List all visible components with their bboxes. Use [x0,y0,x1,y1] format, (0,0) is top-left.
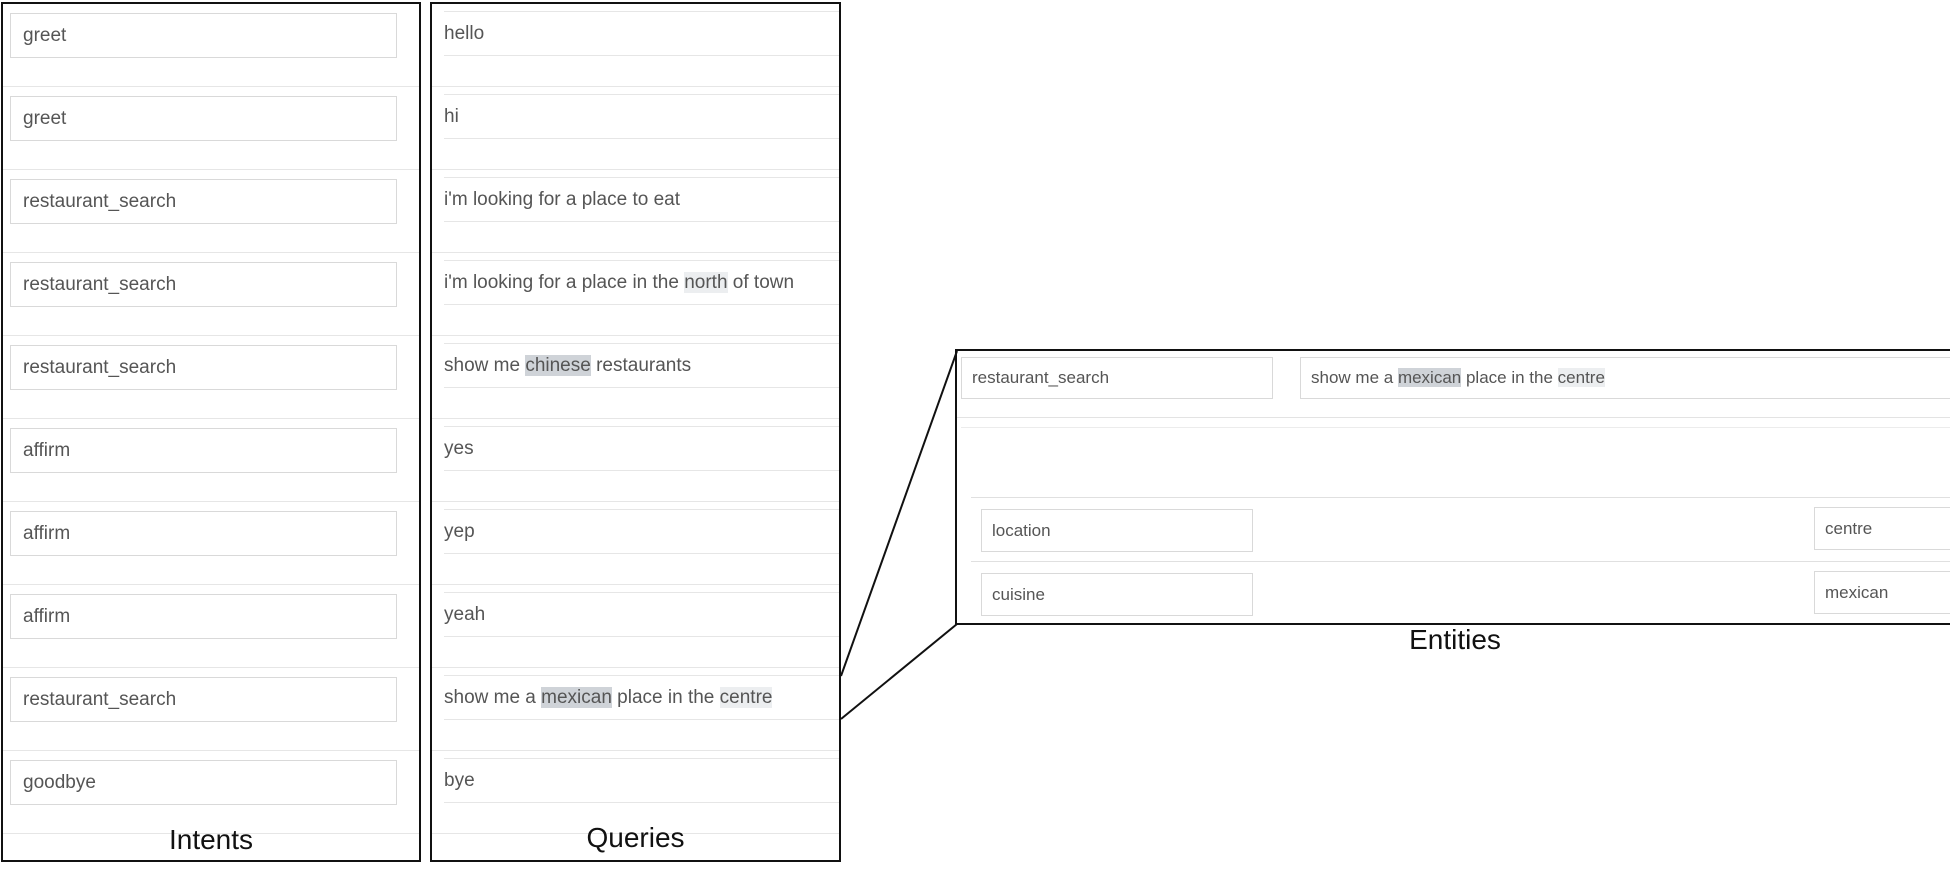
entity-row: cuisine mexican [971,561,1950,626]
entity-highlight: centre [719,687,773,708]
query-field[interactable]: yeah [444,592,839,637]
entity-highlight: north [684,272,728,293]
entity-highlight: chinese [525,355,591,376]
intent-row: affirm [3,502,419,585]
entity-name-field[interactable]: location [981,509,1253,552]
intents-panel: greet greet restaurant_search restaurant_se… [1,2,421,862]
query-text-segment: yeah [444,604,486,625]
intent-row: restaurant_search [3,253,419,336]
intent-field[interactable]: restaurant_search [10,179,397,224]
query-field[interactable]: yep [444,509,839,554]
zoom-line-bottom [840,623,958,720]
query-field[interactable]: yes [444,426,839,471]
query-text-segment: hello [444,23,485,44]
query-row: hello [432,4,839,87]
entity-name-field[interactable]: cuisine [981,573,1253,616]
query-field[interactable]: i'm looking for a place to eat [444,177,839,222]
query-row: hi [432,87,839,170]
query-text-segment: of town [727,272,795,293]
intent-row: restaurant_search [3,336,419,419]
entity-row: location centre [971,497,1950,562]
query-row: show me chinese restaurants [432,336,839,419]
entity-highlight: mexican [541,687,612,708]
intent-field[interactable]: greet [10,96,397,141]
query-text-segment: place in the [1461,368,1558,387]
intent-field[interactable]: restaurant_search [10,262,397,307]
query-field[interactable]: show me chinese restaurants [444,343,839,388]
query-text-segment: bye [444,770,475,791]
entity-highlight: centre [1557,368,1605,387]
detail-divider [961,427,1950,428]
query-field[interactable]: hello [444,11,839,56]
intent-row: goodbye [3,751,419,834]
query-text-segment: i'm looking for a place to eat [444,189,680,210]
detail-query-field[interactable]: show me a mexican place in the centre [1300,357,1950,399]
intent-field[interactable]: greet [10,13,397,58]
intent-row: restaurant_search [3,668,419,751]
intent-field[interactable]: affirm [10,594,397,639]
query-row: i'm looking for a place to eat [432,170,839,253]
intent-field[interactable]: restaurant_search [10,677,397,722]
queries-panel: hello hi i'm looking for a place to eat i'm… [430,2,841,862]
intent-field[interactable]: affirm [10,511,397,556]
query-text-segment: show me [444,355,526,376]
queries-caption: Queries [586,822,685,853]
intent-row: restaurant_search [3,170,419,253]
query-row: i'm looking for a place in the north of … [432,253,839,336]
query-text-segment: place in the [611,687,720,708]
entity-value-field[interactable]: centre [1814,507,1950,550]
intent-field[interactable]: affirm [10,428,397,473]
query-row: yep [432,502,839,585]
query-text-segment: show me a [1311,368,1398,387]
query-field[interactable]: show me a mexican place in the centre [444,675,839,720]
query-text-segment: hi [444,106,459,127]
query-text-segment: yes [444,438,474,459]
intent-row: greet [3,87,419,170]
entities-caption: Entities [1409,624,1501,655]
query-field[interactable]: hi [444,94,839,139]
intent-row: affirm [3,585,419,668]
zoom-line-top [840,350,958,677]
query-row: yes [432,419,839,502]
intent-field[interactable]: restaurant_search [10,345,397,390]
intent-field[interactable]: goodbye [10,760,397,805]
entity-value-field[interactable]: mexican [1814,571,1950,614]
entities-detail-panel: restaurant_search show me a mexican plac… [955,349,1950,625]
query-field[interactable]: bye [444,758,839,803]
detail-intent-field[interactable]: restaurant_search [961,357,1273,399]
query-text-segment: show me a [444,687,542,708]
query-text-segment: i'm looking for a place in the [444,272,685,293]
intent-row: greet [3,4,419,87]
entity-highlight: mexican [1397,368,1462,387]
intents-caption: Intents [168,824,254,855]
query-text-segment: restaurants [590,355,692,376]
detail-divider [957,417,1950,418]
query-row: yeah [432,585,839,668]
query-field[interactable]: i'm looking for a place in the north of … [444,260,839,305]
query-text-segment: yep [444,521,475,542]
intent-row: affirm [3,419,419,502]
query-row: show me a mexican place in the centre [432,668,839,751]
